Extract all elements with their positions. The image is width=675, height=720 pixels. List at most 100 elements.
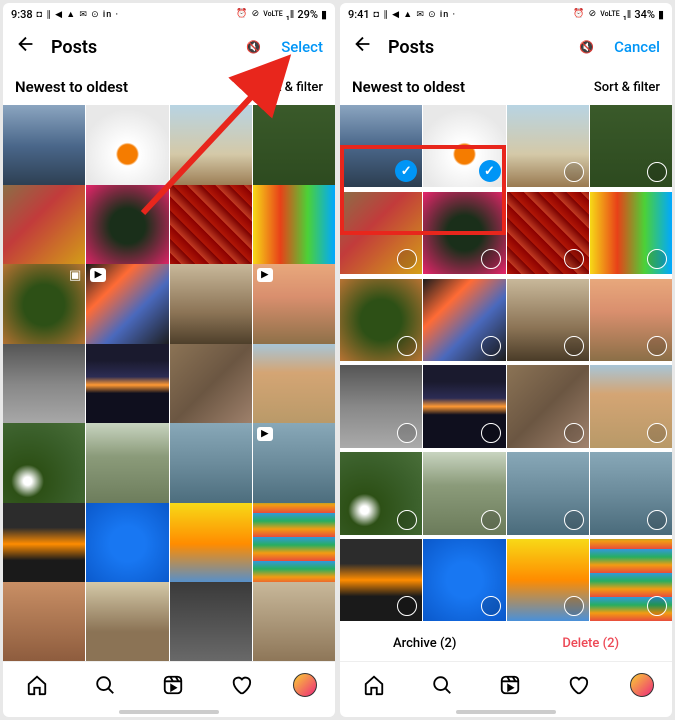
selected-check-icon: ✓	[479, 160, 501, 182]
app-bar: Posts 🔇 Select	[3, 25, 335, 69]
post-thumb[interactable]	[86, 503, 168, 585]
post-thumb[interactable]	[253, 503, 335, 585]
bottom-nav	[3, 661, 335, 707]
post-thumb[interactable]	[3, 423, 85, 505]
post-thumb[interactable]: ▣	[3, 264, 85, 346]
select-circle-icon	[647, 423, 667, 443]
post-thumb[interactable]	[507, 105, 589, 187]
post-thumb[interactable]	[423, 539, 505, 621]
post-thumb[interactable]	[3, 344, 85, 426]
post-thumb[interactable]: ▶	[253, 264, 335, 346]
post-thumb[interactable]	[170, 503, 252, 585]
post-thumb[interactable]: ▶	[86, 264, 168, 346]
post-thumb[interactable]	[590, 105, 672, 187]
nav-search-icon[interactable]	[89, 669, 121, 701]
status-signal: ₁‖	[286, 8, 295, 21]
post-thumb[interactable]	[423, 279, 505, 361]
sort-filter-button[interactable]: Sort & filter	[594, 80, 660, 95]
page-title: Posts	[388, 37, 565, 58]
post-thumb[interactable]	[3, 582, 85, 661]
nav-profile-icon[interactable]	[630, 673, 654, 697]
post-thumb[interactable]	[3, 185, 85, 267]
post-thumb[interactable]	[507, 279, 589, 361]
post-thumb[interactable]	[423, 452, 505, 534]
post-thumb[interactable]	[340, 539, 422, 621]
phone-left: 9:38 ◘ ∥ ◀ ▲ ✉ ⊙ in · ⏰ ⊘ VoLTE ₁‖ 29% ▮…	[3, 3, 335, 717]
post-thumb[interactable]	[590, 452, 672, 534]
battery-icon: ▮	[321, 8, 327, 21]
post-thumb[interactable]	[3, 105, 85, 187]
back-button[interactable]	[352, 33, 374, 61]
status-time: 9:38	[11, 8, 33, 21]
select-button[interactable]: Select	[281, 38, 323, 56]
bottom-nav	[340, 661, 672, 707]
post-thumb[interactable]	[340, 192, 422, 274]
post-thumb[interactable]	[86, 344, 168, 426]
post-thumb[interactable]	[253, 344, 335, 426]
post-thumb[interactable]	[253, 185, 335, 267]
post-thumb[interactable]	[590, 365, 672, 447]
post-thumb[interactable]	[3, 503, 85, 585]
nav-profile-icon[interactable]	[293, 673, 317, 697]
post-thumb[interactable]	[340, 452, 422, 534]
status-icons-right: ⏰ ⊘	[236, 9, 260, 19]
post-thumb[interactable]	[86, 423, 168, 505]
post-thumb[interactable]	[340, 365, 422, 447]
post-thumb[interactable]	[253, 582, 335, 661]
post-thumb[interactable]	[253, 105, 335, 187]
post-thumb[interactable]	[170, 582, 252, 661]
select-circle-icon	[481, 596, 501, 616]
post-thumb[interactable]	[340, 279, 422, 361]
nav-home-icon[interactable]	[21, 669, 53, 701]
post-thumb[interactable]	[507, 452, 589, 534]
post-thumb[interactable]	[423, 365, 505, 447]
mute-icon: 🔇	[246, 40, 261, 54]
filter-bar: Newest to oldest Sort & filter	[3, 69, 335, 105]
status-signal: ₁‖	[623, 8, 632, 21]
back-button[interactable]	[15, 33, 37, 61]
status-time: 9:41	[348, 8, 370, 21]
select-circle-icon	[481, 510, 501, 530]
status-battery: 34%	[634, 8, 655, 21]
post-thumb[interactable]	[507, 365, 589, 447]
post-thumb[interactable]	[507, 539, 589, 621]
post-thumb[interactable]	[170, 185, 252, 267]
post-thumb[interactable]	[590, 539, 672, 621]
delete-button[interactable]: Delete (2)	[562, 636, 619, 651]
nav-activity-icon[interactable]	[225, 669, 257, 701]
carousel-icon: ▣	[69, 268, 81, 283]
posts-grid: ▣ ▶ ▶ ▶	[3, 105, 335, 661]
post-thumb[interactable]: ✓	[423, 105, 505, 187]
post-thumb[interactable]: ▶	[253, 423, 335, 505]
sort-order-label[interactable]: Newest to oldest	[15, 78, 128, 96]
nav-search-icon[interactable]	[426, 669, 458, 701]
nav-activity-icon[interactable]	[562, 669, 594, 701]
nav-reels-icon[interactable]	[494, 669, 526, 701]
archive-button[interactable]: Archive (2)	[393, 636, 456, 651]
nav-reels-icon[interactable]	[157, 669, 189, 701]
sort-order-label[interactable]: Newest to oldest	[352, 78, 465, 96]
select-circle-icon	[564, 423, 584, 443]
post-thumb[interactable]	[170, 264, 252, 346]
cancel-button[interactable]: Cancel	[614, 38, 660, 56]
mute-icon: 🔇	[579, 40, 594, 54]
post-thumb[interactable]	[86, 185, 168, 267]
post-thumb[interactable]	[170, 423, 252, 505]
status-icons-left: ◘ ∥ ◀ ▲ ✉ ⊙ in ·	[37, 9, 119, 20]
select-circle-icon	[564, 249, 584, 269]
status-bar: 9:41 ◘ ∥ ◀ ▲ ✉ ⊙ in · ⏰ ⊘ VoLTE ₁‖ 34% ▮	[340, 3, 672, 25]
select-circle-icon	[647, 510, 667, 530]
sort-filter-button[interactable]: Sort & filter	[257, 80, 323, 95]
post-thumb[interactable]	[590, 192, 672, 274]
post-thumb[interactable]	[507, 192, 589, 274]
post-thumb[interactable]	[590, 279, 672, 361]
post-thumb[interactable]	[86, 105, 168, 187]
post-thumb[interactable]	[170, 344, 252, 426]
post-thumb[interactable]	[423, 192, 505, 274]
post-thumb[interactable]: ✓	[340, 105, 422, 187]
nav-home-icon[interactable]	[358, 669, 390, 701]
post-thumb[interactable]	[86, 582, 168, 661]
post-thumb[interactable]	[170, 105, 252, 187]
select-circle-icon	[481, 336, 501, 356]
select-circle-icon	[564, 336, 584, 356]
